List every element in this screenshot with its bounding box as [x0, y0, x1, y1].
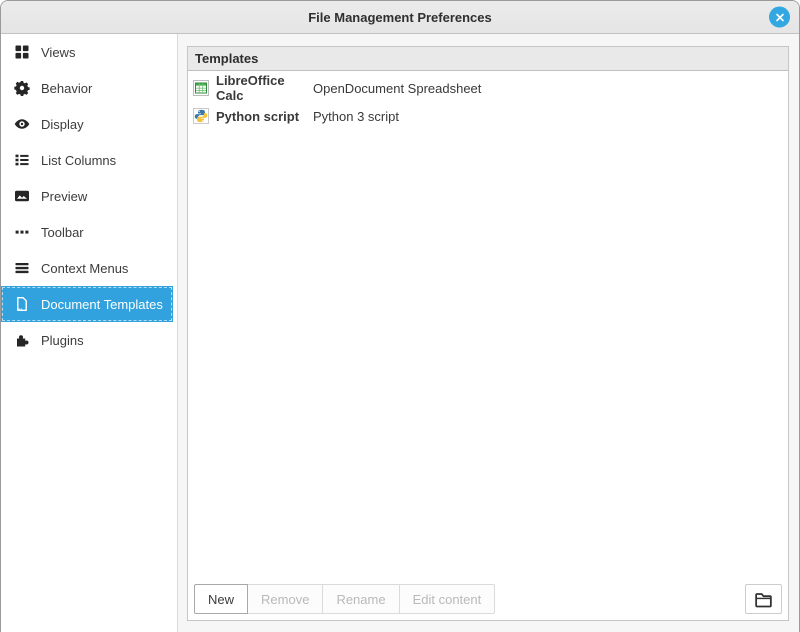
gear-icon — [14, 80, 30, 96]
sidebar-item-list-columns[interactable]: List Columns — [1, 142, 173, 178]
titlebar: File Management Preferences — [1, 1, 799, 34]
template-name: LibreOffice Calc — [216, 73, 313, 103]
grid-icon — [14, 44, 30, 60]
close-icon — [775, 12, 785, 22]
sidebar-item-behavior[interactable]: Behavior — [1, 70, 173, 106]
template-row-libreoffice-calc[interactable]: LibreOffice Calc OpenDocument Spreadshee… — [188, 74, 788, 102]
sidebar-item-views[interactable]: Views — [1, 34, 173, 70]
sidebar-item-label: Toolbar — [41, 225, 84, 240]
puzzle-icon — [14, 332, 30, 348]
sidebar-item-document-templates[interactable]: Document Templates — [1, 286, 173, 322]
sidebar-item-context-menus[interactable]: Context Menus — [1, 250, 173, 286]
document-icon — [14, 296, 30, 312]
sidebar-item-preview[interactable]: Preview — [1, 178, 173, 214]
template-row-python-script[interactable]: Python script Python 3 script — [188, 102, 788, 130]
folder-icon — [754, 590, 773, 609]
sidebar: Views Behavior Display List Columns — [1, 34, 178, 632]
libreoffice-calc-icon — [193, 80, 209, 96]
sidebar-item-label: Behavior — [41, 81, 92, 96]
template-description: Python 3 script — [313, 109, 399, 124]
window-title: File Management Preferences — [308, 10, 492, 25]
sidebar-item-toolbar[interactable]: Toolbar — [1, 214, 173, 250]
sidebar-item-display[interactable]: Display — [1, 106, 173, 142]
sidebar-item-label: Preview — [41, 189, 87, 204]
sidebar-item-label: Display — [41, 117, 84, 132]
menu-lines-icon — [14, 260, 30, 276]
edit-content-button[interactable]: Edit content — [399, 584, 496, 614]
sidebar-item-label: Views — [41, 45, 75, 60]
close-button[interactable] — [769, 7, 790, 28]
template-description: OpenDocument Spreadsheet — [313, 81, 481, 96]
content-area: Templates LibreOffice Calc OpenDocument … — [178, 34, 799, 632]
sidebar-item-label: List Columns — [41, 153, 116, 168]
sidebar-item-label: Plugins — [41, 333, 84, 348]
window-body: Views Behavior Display List Columns — [1, 34, 799, 632]
python-icon — [193, 108, 209, 124]
rename-button[interactable]: Rename — [322, 584, 399, 614]
sidebar-item-label: Context Menus — [41, 261, 128, 276]
template-list: LibreOffice Calc OpenDocument Spreadshee… — [188, 71, 788, 578]
list-columns-icon — [14, 152, 30, 168]
template-name: Python script — [216, 109, 313, 124]
sidebar-item-label: Document Templates — [41, 297, 163, 312]
image-icon — [14, 188, 30, 204]
sidebar-item-plugins[interactable]: Plugins — [1, 322, 173, 358]
template-actions-group: New Remove Rename Edit content — [194, 584, 495, 614]
templates-header: Templates — [188, 47, 788, 71]
ellipsis-icon — [14, 224, 30, 240]
templates-panel: Templates LibreOffice Calc OpenDocument … — [187, 46, 789, 621]
preferences-window: File Management Preferences Views Behavi… — [0, 0, 800, 632]
actions-toolbar: New Remove Rename Edit content — [188, 578, 788, 620]
open-templates-folder-button[interactable] — [745, 584, 782, 614]
remove-button[interactable]: Remove — [247, 584, 323, 614]
eye-icon — [14, 116, 30, 132]
new-button[interactable]: New — [194, 584, 248, 614]
